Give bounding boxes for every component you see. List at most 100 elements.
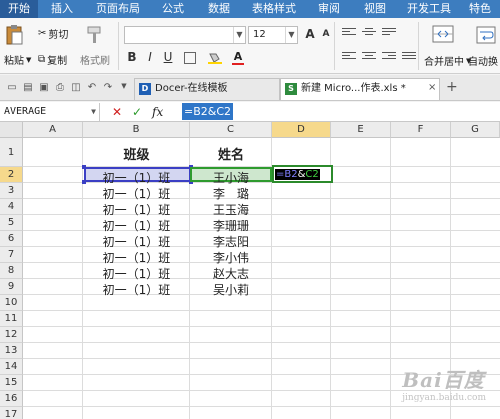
align-middle-icon[interactable] [362, 28, 376, 40]
align-bottom-icon[interactable] [382, 28, 396, 40]
tab-review[interactable]: 审阅 [306, 0, 352, 18]
row-header-3[interactable]: 3 [0, 183, 23, 199]
increase-font-icon[interactable]: A [302, 27, 318, 41]
print-icon[interactable]: ⎙ [54, 82, 66, 94]
format-painter-icon[interactable] [86, 26, 102, 44]
border-icon[interactable] [184, 52, 196, 64]
paste-button[interactable]: 粘贴 ▼ [4, 52, 31, 68]
new-file-icon[interactable]: ▭ [6, 82, 18, 94]
cell-c2[interactable]: 王小海 [190, 169, 272, 186]
paste-icon[interactable] [6, 24, 24, 46]
cell-c7[interactable]: 李小伟 [190, 249, 272, 266]
align-center-icon[interactable] [362, 52, 376, 64]
divider [418, 22, 419, 70]
column-header-a[interactable]: A [23, 122, 83, 138]
select-all-corner[interactable] [0, 122, 23, 138]
cell-b6[interactable]: 初一（1）班 [83, 233, 190, 250]
column-header-f[interactable]: F [391, 122, 451, 138]
cell-b5[interactable]: 初一（1）班 [83, 217, 190, 234]
cancel-icon[interactable]: ✕ [112, 104, 122, 120]
cell-b2[interactable]: 初一（1）班 [83, 169, 190, 186]
cell-b8[interactable]: 初一（1）班 [83, 265, 190, 282]
tab-home[interactable]: 开始 [0, 0, 38, 18]
align-right-icon[interactable] [382, 52, 396, 64]
doc-tab-workbook[interactable]: S 新建 Micro...作表.xls * [280, 78, 440, 100]
doc-tab-docer[interactable]: D Docer-在线模板 [134, 78, 280, 100]
copy-button[interactable]: ⧉ 复制 [38, 52, 67, 67]
merge-center-button[interactable]: 合并居中 ▼ [424, 53, 471, 69]
cell-c9[interactable]: 吴小莉 [190, 281, 272, 298]
new-tab-icon[interactable]: + [446, 79, 458, 95]
column-header-c[interactable]: C [190, 122, 272, 138]
row-header-6[interactable]: 6 [0, 231, 23, 247]
italic-button[interactable]: I [142, 50, 158, 64]
decrease-font-icon[interactable]: A [318, 29, 334, 39]
tab-special[interactable]: 特色 [460, 0, 500, 18]
row-header-5[interactable]: 5 [0, 215, 23, 231]
close-tab-icon[interactable]: × [428, 82, 436, 93]
format-painter-button[interactable]: 格式刷 [80, 52, 110, 67]
wrap-text-icon[interactable] [476, 26, 496, 44]
column-header-e[interactable]: E [331, 122, 391, 138]
insert-function-icon[interactable]: fx [152, 104, 163, 120]
cell-b3[interactable]: 初一（1）班 [83, 185, 190, 202]
row-header-17[interactable]: 17 [0, 407, 23, 419]
row-header-12[interactable]: 12 [0, 327, 23, 343]
open-folder-icon[interactable]: ▤ [22, 82, 34, 94]
merge-center-icon[interactable] [432, 24, 454, 44]
cell-c1[interactable]: 姓名 [190, 144, 272, 163]
tab-developer[interactable]: 开发工具 [398, 0, 460, 18]
column-header-b[interactable]: B [83, 122, 190, 138]
row-header-1[interactable]: 1 [0, 138, 23, 167]
cell-b9[interactable]: 初一（1）班 [83, 281, 190, 298]
font-name-select[interactable]: ▼ [124, 26, 246, 44]
print-preview-icon[interactable]: ◫ [70, 82, 82, 94]
formula-input[interactable]: =B2&C2 [182, 103, 234, 120]
cell-c4[interactable]: 王玉海 [190, 201, 272, 218]
row-header-9[interactable]: 9 [0, 279, 23, 295]
cell-b4[interactable]: 初一（1）班 [83, 201, 190, 218]
wrap-text-button[interactable]: 自动换 [468, 53, 498, 68]
tab-table-style[interactable]: 表格样式 [242, 0, 306, 18]
distribute-icon[interactable] [402, 52, 416, 64]
cell-c6[interactable]: 李志阳 [190, 233, 272, 250]
align-top-icon[interactable] [342, 28, 356, 40]
underline-button[interactable]: U [160, 50, 176, 64]
row-header-13[interactable]: 13 [0, 343, 23, 359]
cell-c5[interactable]: 李珊珊 [190, 217, 272, 234]
tab-data[interactable]: 数据 [196, 0, 242, 18]
row-header-11[interactable]: 11 [0, 311, 23, 327]
font-size-select[interactable]: 12 ▼ [248, 26, 298, 44]
cell-b1[interactable]: 班级 [83, 144, 190, 163]
tab-page-layout[interactable]: 页面布局 [86, 0, 150, 18]
cut-button[interactable]: ✂ 剪切 [38, 26, 68, 41]
row-header-10[interactable]: 10 [0, 295, 23, 311]
fill-color-icon[interactable] [208, 52, 222, 64]
row-header-7[interactable]: 7 [0, 247, 23, 263]
undo-icon[interactable]: ↶ [86, 82, 98, 94]
doc-tab-label: Docer-在线模板 [155, 83, 228, 94]
bold-button[interactable]: B [124, 50, 140, 64]
cell-c3[interactable]: 李 璐 [190, 185, 272, 202]
redo-icon[interactable]: ↷ [102, 82, 114, 94]
confirm-icon[interactable]: ✓ [132, 104, 142, 120]
font-color-icon[interactable]: A [232, 50, 244, 65]
customize-toolbar-icon[interactable]: ▼ [118, 82, 130, 94]
tab-formulas[interactable]: 公式 [150, 0, 196, 18]
active-cell-formula[interactable]: =B2&C2 [275, 169, 320, 180]
tab-view[interactable]: 视图 [352, 0, 398, 18]
align-left-icon[interactable] [342, 52, 356, 64]
column-header-g[interactable]: G [451, 122, 500, 138]
row-header-2[interactable]: 2 [0, 167, 23, 183]
column-header-d[interactable]: D [272, 122, 331, 138]
row-header-16[interactable]: 16 [0, 391, 23, 407]
row-header-15[interactable]: 15 [0, 375, 23, 391]
row-header-4[interactable]: 4 [0, 199, 23, 215]
tab-insert[interactable]: 插入 [38, 0, 86, 18]
cell-b7[interactable]: 初一（1）班 [83, 249, 190, 266]
row-header-14[interactable]: 14 [0, 359, 23, 375]
cell-c8[interactable]: 赵大志 [190, 265, 272, 282]
name-box[interactable]: AVERAGE ▼ [0, 103, 100, 121]
row-header-8[interactable]: 8 [0, 263, 23, 279]
save-icon[interactable]: ▣ [38, 82, 50, 94]
